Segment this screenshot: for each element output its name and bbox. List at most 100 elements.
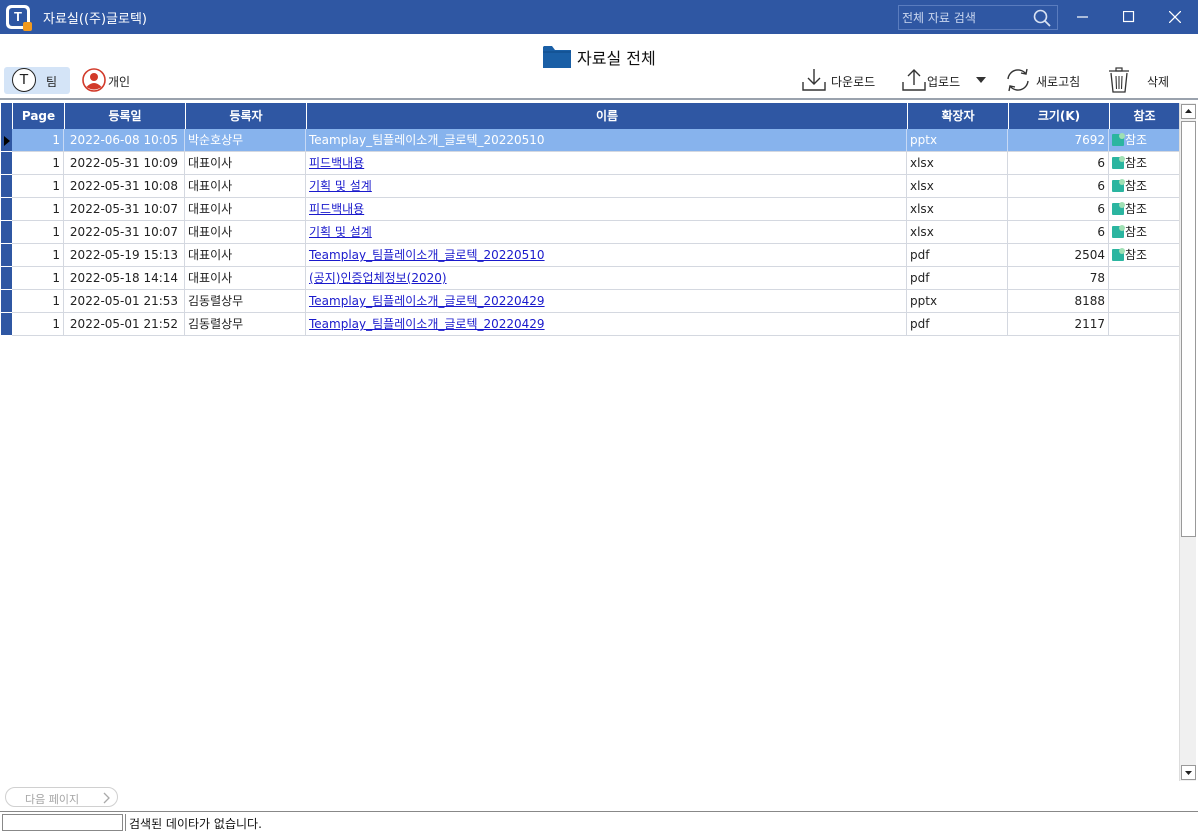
cell-ref[interactable]: 참조: [1109, 152, 1179, 174]
reference-label[interactable]: 참조: [1125, 225, 1147, 239]
scroll-up-button[interactable]: [1181, 104, 1196, 119]
row-selector[interactable]: [1, 244, 12, 267]
cell-ext: pdf: [907, 313, 1008, 335]
table-row[interactable]: 1 2022-05-01 21:53 김동렬상무 Teamplay_팀플레이소개_글로…: [12, 290, 1179, 313]
cell-ref[interactable]: 참조: [1109, 244, 1179, 266]
table-row[interactable]: 1 2022-05-31 10:07 대표이사 기획 및 설계 xlsx 6 참조: [12, 221, 1179, 244]
chevron-right-icon: [103, 792, 110, 804]
table-row[interactable]: 1 2022-05-31 10:09 대표이사 피드백내용 xlsx 6 참조: [12, 152, 1179, 175]
table-row[interactable]: 1 2022-05-01 21:52 김동렬상무 Teamplay_팀플레이소개_글로…: [12, 313, 1179, 336]
cell-user: 박순호상무: [185, 129, 306, 151]
file-name-link[interactable]: 피드백내용: [309, 202, 364, 216]
cell-size: 2504: [1008, 244, 1109, 266]
scroll-down-button[interactable]: [1181, 765, 1196, 780]
next-page-button[interactable]: 다음 페이지: [5, 787, 118, 807]
search-input[interactable]: [902, 8, 1028, 27]
cell-name: 기획 및 설계: [306, 221, 907, 243]
upload-dropdown-icon[interactable]: [975, 75, 987, 85]
reference-label[interactable]: 참조: [1125, 156, 1147, 170]
cell-date: 2022-06-08 10:05: [64, 129, 185, 151]
col-header-page[interactable]: Page: [12, 103, 64, 129]
row-selector[interactable]: [1, 129, 12, 152]
row-selector[interactable]: [1, 198, 12, 221]
cell-page: 1: [12, 313, 64, 335]
personal-scope-button[interactable]: 개인: [80, 67, 140, 94]
file-name-link[interactable]: Teamplay_팀플레이소개_글로텍_20220510: [309, 248, 545, 262]
search-icon[interactable]: [1033, 9, 1051, 27]
cell-date: 2022-05-18 14:14: [64, 267, 185, 289]
cell-ref[interactable]: 참조: [1109, 221, 1179, 243]
file-name-link[interactable]: Teamplay_팀플레이소개_글로텍_20220429: [309, 317, 545, 331]
maximize-button[interactable]: [1106, 0, 1152, 34]
reference-label[interactable]: 참조: [1125, 248, 1147, 262]
table-row[interactable]: 1 2022-06-08 10:05 박순호상무 Teamplay_팀플레이소개_글로…: [12, 129, 1179, 152]
file-name-link[interactable]: (공지)인증업체정보(2020): [309, 271, 447, 285]
file-name-link[interactable]: Teamplay_팀플레이소개_글로텍_20220510: [309, 133, 545, 147]
download-icon: [802, 69, 826, 91]
cell-ref: [1109, 267, 1179, 289]
cell-name: 기획 및 설계: [306, 175, 907, 197]
row-selector[interactable]: [1, 221, 12, 244]
cell-ext: pptx: [907, 290, 1008, 312]
status-panel: [2, 814, 123, 831]
title-bar: T 자료실((주)글로텍): [0, 0, 1198, 34]
col-header-size[interactable]: 크기(K): [1008, 103, 1109, 129]
window-title: 자료실((주)글로텍): [43, 12, 148, 27]
next-page-label: 다음 페이지: [25, 793, 80, 806]
reference-icon[interactable]: [1112, 156, 1125, 169]
cell-ext: xlsx: [907, 152, 1008, 174]
cell-date: 2022-05-01 21:53: [64, 290, 185, 312]
user-avatar-icon: [82, 68, 106, 92]
team-scope-button[interactable]: T 팀: [4, 67, 70, 94]
cell-page: 1: [12, 267, 64, 289]
cell-ref[interactable]: 참조: [1109, 129, 1179, 151]
table-row[interactable]: 1 2022-05-31 10:08 대표이사 기획 및 설계 xlsx 6 참조: [12, 175, 1179, 198]
download-label: 다운로드: [831, 75, 876, 89]
reference-icon[interactable]: [1112, 133, 1125, 146]
row-selector[interactable]: [1, 267, 12, 290]
col-header-name[interactable]: 이름: [306, 103, 907, 129]
row-selector[interactable]: [1, 175, 12, 198]
grid-header: Page 등록일 등록자 이름 확장자 크기(K) 참조: [1, 103, 1179, 129]
chevron-up-icon: [1185, 109, 1192, 113]
upload-label: 업로드: [927, 75, 961, 89]
trash-icon: [1109, 67, 1129, 93]
col-header-ref[interactable]: 참조: [1109, 103, 1179, 129]
reference-icon[interactable]: [1112, 179, 1125, 192]
close-button[interactable]: [1152, 0, 1198, 34]
scroll-thumb[interactable]: [1181, 121, 1196, 537]
table-row[interactable]: 1 2022-05-18 14:14 대표이사 (공지)인증업체정보(2020) pdf…: [12, 267, 1179, 290]
row-selector[interactable]: [1, 152, 12, 175]
reference-label[interactable]: 참조: [1125, 179, 1147, 193]
cell-name: 피드백내용: [306, 152, 907, 174]
reference-icon[interactable]: [1112, 225, 1125, 238]
vertical-scrollbar[interactable]: [1179, 103, 1196, 781]
file-name-link[interactable]: Teamplay_팀플레이소개_글로텍_20220429: [309, 294, 545, 308]
cell-size: 6: [1008, 152, 1109, 174]
col-header-user[interactable]: 등록자: [185, 103, 306, 129]
reference-label[interactable]: 참조: [1125, 133, 1147, 147]
reference-label[interactable]: 참조: [1125, 202, 1147, 216]
cell-ref[interactable]: 참조: [1109, 175, 1179, 197]
reference-icon[interactable]: [1112, 202, 1125, 215]
row-selector[interactable]: [1, 313, 12, 336]
file-name-link[interactable]: 기획 및 설계: [309, 179, 372, 193]
cell-size: 2117: [1008, 313, 1109, 335]
cell-size: 7692: [1008, 129, 1109, 151]
search-box[interactable]: [898, 5, 1058, 30]
col-header-ext[interactable]: 확장자: [907, 103, 1008, 129]
table-row[interactable]: 1 2022-05-19 15:13 대표이사 Teamplay_팀플레이소개_글로텍…: [12, 244, 1179, 267]
minimize-button[interactable]: [1060, 0, 1106, 34]
cell-size: 6: [1008, 198, 1109, 220]
col-header-date[interactable]: 등록일: [64, 103, 185, 129]
table-row[interactable]: 1 2022-05-31 10:07 대표이사 피드백내용 xlsx 6 참조: [12, 198, 1179, 221]
file-name-link[interactable]: 피드백내용: [309, 156, 364, 170]
row-selector[interactable]: [1, 290, 12, 313]
cell-page: 1: [12, 152, 64, 174]
cell-ext: xlsx: [907, 198, 1008, 220]
cell-ref[interactable]: 참조: [1109, 198, 1179, 220]
reference-icon[interactable]: [1112, 248, 1125, 261]
refresh-label: 새로고침: [1036, 75, 1081, 89]
file-name-link[interactable]: 기획 및 설계: [309, 225, 372, 239]
cell-page: 1: [12, 221, 64, 243]
